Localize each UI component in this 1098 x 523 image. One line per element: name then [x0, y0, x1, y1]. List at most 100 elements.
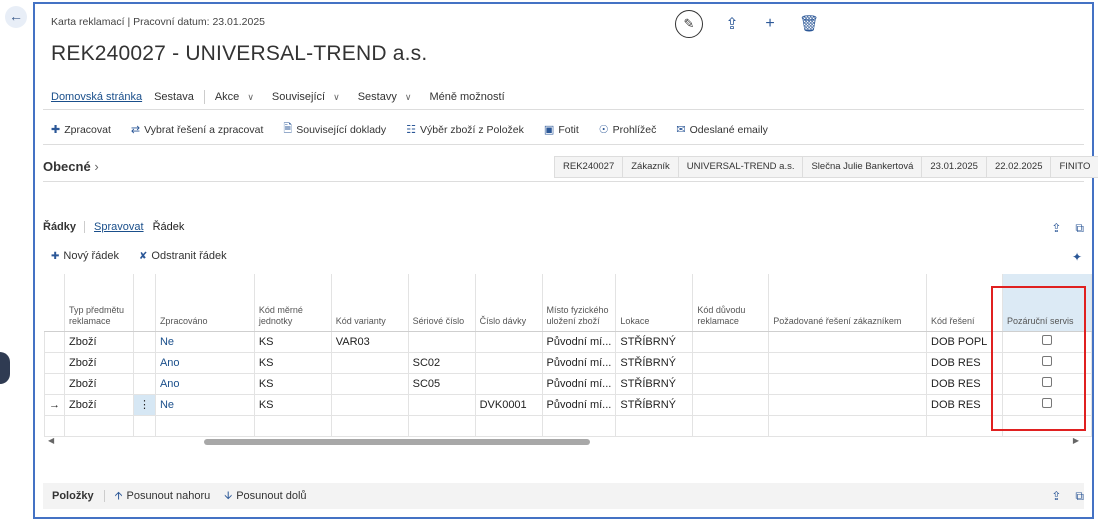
menu-actions[interactable]: Akce ∨	[209, 91, 266, 103]
row-actions-icon[interactable]: ⋮	[132, 393, 156, 416]
cell-requested[interactable]	[768, 372, 928, 395]
empty-cell[interactable]	[768, 414, 928, 437]
share-icon[interactable]: ⇪	[1051, 221, 1061, 236]
cell-location[interactable]: STŘÍBRNÝ	[615, 372, 694, 395]
photo-button[interactable]: ▣ Fotit	[544, 123, 579, 137]
col-uom[interactable]: Kód měrné jednotky	[254, 274, 332, 332]
cell-uom[interactable]: KS	[253, 351, 332, 374]
horizontal-scrollbar[interactable]: ◀ ▶	[44, 436, 1083, 448]
warranty-checkbox[interactable]	[1042, 335, 1052, 345]
cell-processed[interactable]: Ne	[154, 393, 255, 416]
empty-cell[interactable]	[615, 414, 694, 437]
cell-solution[interactable]: DOB RES	[926, 351, 1003, 374]
cell-requested[interactable]	[768, 330, 928, 353]
cell-solution[interactable]: DOB RES	[926, 393, 1003, 416]
col-variant[interactable]: Kód varianty	[331, 274, 409, 332]
cell-variant[interactable]	[330, 372, 409, 395]
col-location-physical[interactable]: Místo fyzického uložení zboží	[542, 274, 617, 332]
cell-type[interactable]: Zboží	[64, 351, 134, 374]
empty-cell[interactable]	[64, 414, 134, 437]
edit-icon[interactable]: ✎	[675, 10, 703, 38]
col-location[interactable]: Lokace	[615, 274, 694, 332]
col-solution[interactable]: Kód řešení	[926, 274, 1003, 332]
scrollbar-thumb[interactable]	[204, 439, 590, 445]
empty-cell[interactable]	[474, 414, 543, 437]
table-row[interactable]: Zboží Ano KS SC02 Původní mí... STŘÍBRNÝ…	[44, 351, 1092, 374]
select-items-button[interactable]: ☷ Výběr zboží z Položek	[406, 123, 524, 137]
cell-serial[interactable]	[407, 330, 476, 353]
empty-cell[interactable]	[926, 414, 1003, 437]
back-button[interactable]: ←	[5, 6, 27, 28]
cell-lot[interactable]	[474, 351, 543, 374]
tab-manage[interactable]: Spravovat	[94, 221, 144, 233]
menu-report[interactable]: Sestava	[148, 91, 200, 103]
cell-serial[interactable]: SC02	[407, 351, 476, 374]
cell-location-physical[interactable]: Původní mí...	[541, 330, 617, 353]
cell-variant[interactable]	[330, 351, 409, 374]
new-line-button[interactable]: ✚ Nový řádek	[51, 250, 119, 262]
cell-requested[interactable]	[768, 393, 928, 416]
move-down-button[interactable]: 🡫 Posunout dolů	[224, 487, 306, 506]
cell-reason[interactable]	[692, 330, 770, 353]
warranty-checkbox[interactable]	[1042, 377, 1052, 387]
warranty-checkbox[interactable]	[1042, 398, 1052, 408]
cell-serial[interactable]	[407, 393, 476, 416]
share-icon[interactable]: ⇪	[1051, 489, 1061, 504]
col-reason[interactable]: Kód důvodu reklamace	[692, 274, 770, 332]
menu-fewer-options[interactable]: Méně možností	[423, 91, 510, 103]
cell-type[interactable]: Zboží	[64, 330, 134, 353]
cell-lot[interactable]	[474, 330, 543, 353]
cell-location[interactable]: STŘÍBRNÝ	[615, 330, 694, 353]
cell-location-physical[interactable]: Původní mí...	[541, 393, 617, 416]
cell-type[interactable]: Zboží	[64, 393, 134, 416]
menu-home[interactable]: Domovská stránka	[51, 91, 148, 103]
cell-uom[interactable]: KS	[253, 372, 332, 395]
cell-lot[interactable]: DVK0001	[474, 393, 543, 416]
cell-variant[interactable]: VAR03	[330, 330, 409, 353]
cell-requested[interactable]	[768, 351, 928, 374]
cell-location[interactable]: STŘÍBRNÝ	[615, 351, 694, 374]
empty-cell[interactable]	[330, 414, 409, 437]
share-icon[interactable]: ⇪	[723, 14, 741, 34]
cell-reason[interactable]	[692, 351, 770, 374]
empty-cell[interactable]	[1002, 414, 1092, 437]
col-type[interactable]: Typ předmětu reklamace	[64, 274, 134, 332]
table-row[interactable]: Zboží Ano KS SC05 Původní mí... STŘÍBRNÝ…	[44, 372, 1092, 395]
viewer-button[interactable]: ☉ Prohlížeč	[599, 123, 657, 137]
cell-location-physical[interactable]: Původní mí...	[541, 351, 617, 374]
cell-uom[interactable]: KS	[253, 330, 332, 353]
empty-cell[interactable]	[253, 414, 332, 437]
col-serial[interactable]: Sériové číslo	[408, 274, 476, 332]
expand-icon[interactable]: ⧉	[1075, 221, 1084, 236]
cell-location[interactable]: STŘÍBRNÝ	[615, 393, 694, 416]
col-warranty[interactable]: Pozáruční servis	[1002, 274, 1092, 332]
col-processed[interactable]: Zpracováno	[155, 274, 255, 332]
cell-processed[interactable]: Ano	[154, 351, 255, 374]
process-button[interactable]: ✚ Zpracovat	[51, 123, 111, 137]
sent-emails-button[interactable]: ✉ Odeslané emaily	[676, 123, 767, 137]
empty-cell[interactable]	[407, 414, 476, 437]
empty-cell[interactable]	[692, 414, 770, 437]
general-section-header[interactable]: Obecné ›	[43, 159, 99, 174]
delete-icon[interactable]: 🗑	[799, 14, 819, 34]
cell-processed[interactable]: Ne	[154, 330, 255, 353]
scroll-right-icon[interactable]: ▶	[1073, 436, 1079, 445]
empty-cell[interactable]	[541, 414, 617, 437]
delete-line-button[interactable]: ✘ Odstranit řádek	[139, 250, 227, 262]
cell-type[interactable]: Zboží	[64, 372, 134, 395]
table-row[interactable]: → Zboží ⋮ Ne KS DVK0001 Původní mí... ST…	[44, 393, 1092, 416]
cell-reason[interactable]	[692, 372, 770, 395]
table-row-empty[interactable]	[44, 414, 1092, 437]
select-process-button[interactable]: ⇄ Vybrat řešení a zpracovat	[131, 123, 263, 137]
warranty-checkbox[interactable]	[1042, 356, 1052, 366]
menu-reports[interactable]: Sestavy ∨	[352, 91, 424, 103]
col-requested[interactable]: Požadované řešení zákazníkem	[768, 274, 928, 332]
move-up-button[interactable]: 🡩 Posunout nahoru	[115, 487, 211, 506]
scroll-left-icon[interactable]: ◀	[48, 436, 54, 445]
personalize-icon[interactable]: ✦	[1072, 250, 1082, 264]
menu-related[interactable]: Související ∨	[266, 91, 352, 103]
cell-solution[interactable]: DOB RES	[926, 372, 1003, 395]
cell-solution[interactable]: DOB POPL	[926, 330, 1003, 353]
cell-processed[interactable]: Ano	[154, 372, 255, 395]
cell-reason[interactable]	[692, 393, 770, 416]
